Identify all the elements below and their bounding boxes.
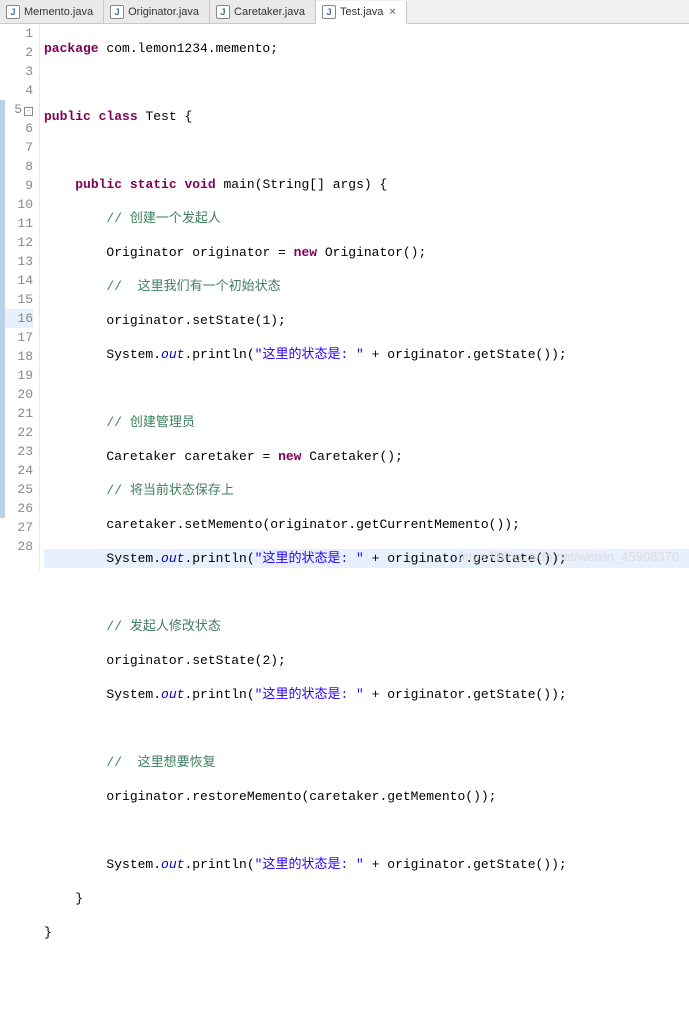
tab-test[interactable]: J Test.java × bbox=[316, 1, 407, 24]
tab-label: Memento.java bbox=[24, 6, 93, 18]
editor-tabs: J Memento.java J Originator.java J Caret… bbox=[0, 0, 689, 24]
tab-originator[interactable]: J Originator.java bbox=[104, 0, 210, 23]
tab-memento[interactable]: J Memento.java bbox=[0, 0, 104, 23]
close-icon[interactable]: × bbox=[389, 6, 395, 18]
code-editor: 1 2 3 4 5- 6 7 8 9 10 11 12 13 14 15 16 … bbox=[0, 24, 689, 570]
tab-caretaker[interactable]: J Caretaker.java bbox=[210, 0, 316, 23]
change-marker bbox=[0, 100, 5, 518]
java-file-icon: J bbox=[6, 5, 20, 19]
tab-label: Originator.java bbox=[128, 6, 199, 18]
java-file-icon: J bbox=[216, 5, 230, 19]
fold-icon[interactable]: - bbox=[24, 107, 33, 116]
tab-label: Caretaker.java bbox=[234, 6, 305, 18]
tab-label: Test.java bbox=[340, 6, 383, 18]
java-file-icon: J bbox=[110, 5, 124, 19]
java-file-icon: J bbox=[322, 5, 336, 19]
code-area[interactable]: package com.lemon1234.memento; public cl… bbox=[40, 24, 689, 570]
line-gutter: 1 2 3 4 5- 6 7 8 9 10 11 12 13 14 15 16 … bbox=[0, 24, 40, 570]
